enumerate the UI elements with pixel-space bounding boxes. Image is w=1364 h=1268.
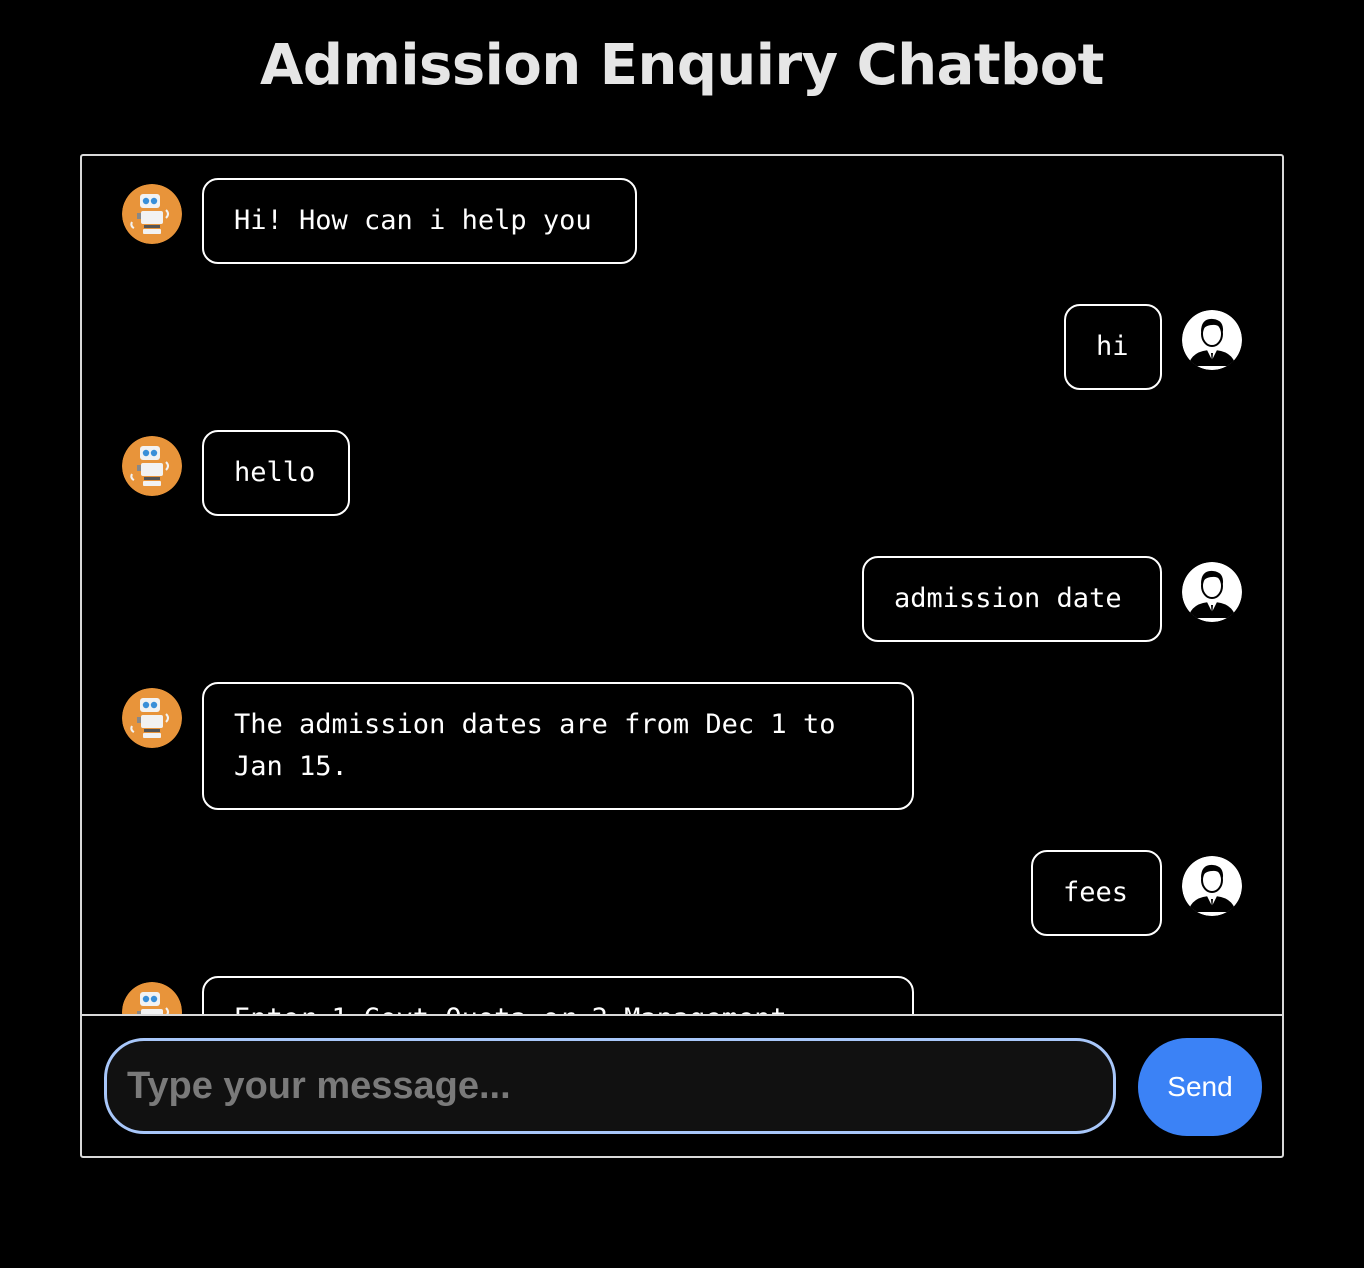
robot-avatar-icon (122, 436, 182, 496)
robot-avatar-icon (122, 688, 182, 748)
bot-message-bubble: Hi! How can i help you (202, 178, 637, 264)
user-avatar-icon (1182, 310, 1242, 370)
message-list[interactable]: Hi! How can i help you hi hello admissio… (82, 156, 1282, 1014)
user-message: hi (1064, 304, 1242, 390)
user-message-bubble: admission date (862, 556, 1162, 642)
user-message: fees (1031, 850, 1242, 936)
robot-avatar-icon (122, 982, 182, 1014)
message-input-bar: Send (82, 1014, 1282, 1156)
user-avatar-icon (1182, 856, 1242, 916)
message-input[interactable] (104, 1038, 1116, 1134)
bot-message: Hi! How can i help you (122, 178, 637, 264)
send-button[interactable]: Send (1138, 1038, 1262, 1136)
bot-message-bubble: Enter 1 Govt Quota or 2 Management (202, 976, 914, 1014)
user-message-bubble: fees (1031, 850, 1162, 936)
user-message-bubble: hi (1064, 304, 1162, 390)
bot-message: hello (122, 430, 350, 516)
user-message: admission date (862, 556, 1242, 642)
bot-message: Enter 1 Govt Quota or 2 Management (122, 976, 914, 1014)
bot-message-bubble: The admission dates are from Dec 1 to Ja… (202, 682, 914, 810)
bot-message: The admission dates are from Dec 1 to Ja… (122, 682, 914, 810)
chat-window: Hi! How can i help you hi hello admissio… (80, 154, 1284, 1158)
user-avatar-icon (1182, 562, 1242, 622)
robot-avatar-icon (122, 184, 182, 244)
page-title: Admission Enquiry Chatbot (260, 33, 1104, 98)
bot-message-bubble: hello (202, 430, 350, 516)
